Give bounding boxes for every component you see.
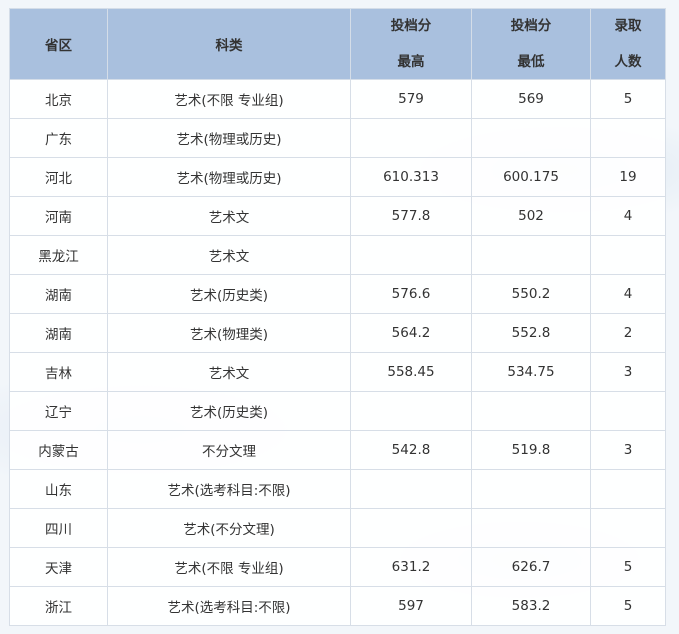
table-row: 浙江 艺术(选考科目:不限) 597 583.2 5 bbox=[9, 586, 666, 626]
cell-admit-count bbox=[590, 508, 666, 548]
cell-min-score: 626.7 bbox=[471, 547, 591, 587]
cell-category: 艺术(不限 专业组) bbox=[107, 547, 351, 587]
cell-max-score bbox=[350, 508, 472, 548]
header-max-score-line2: 最高 bbox=[397, 54, 425, 70]
cell-category: 艺术(物理或历史) bbox=[107, 118, 351, 158]
cell-province: 黑龙江 bbox=[9, 235, 108, 275]
header-min-score-line2: 最低 bbox=[517, 54, 545, 70]
cell-admit-count: 5 bbox=[590, 547, 666, 587]
table-row: 天津 艺术(不限 专业组) 631.2 626.7 5 bbox=[9, 547, 666, 587]
table-row: 四川 艺术(不分文理) bbox=[9, 508, 666, 548]
cell-max-score: 564.2 bbox=[350, 313, 472, 353]
cell-category: 艺术文 bbox=[107, 235, 351, 275]
cell-province: 天津 bbox=[9, 547, 108, 587]
cell-category: 艺术(历史类) bbox=[107, 391, 351, 431]
cell-min-score bbox=[471, 118, 591, 158]
cell-min-score: 569 bbox=[471, 79, 591, 119]
cell-category: 艺术(不分文理) bbox=[107, 508, 351, 548]
cell-category: 艺术(物理类) bbox=[107, 313, 351, 353]
table-row: 山东 艺术(选考科目:不限) bbox=[9, 469, 666, 509]
table-row: 黑龙江 艺术文 bbox=[9, 235, 666, 275]
cell-max-score bbox=[350, 118, 472, 158]
cell-max-score: 610.313 bbox=[350, 157, 472, 197]
table-row: 湖南 艺术(物理类) 564.2 552.8 2 bbox=[9, 313, 666, 353]
cell-admit-count: 4 bbox=[590, 274, 666, 314]
cell-province: 湖南 bbox=[9, 313, 108, 353]
cell-max-score bbox=[350, 391, 472, 431]
cell-category: 艺术文 bbox=[107, 196, 351, 236]
table-row: 北京 艺术(不限 专业组) 579 569 5 bbox=[9, 79, 666, 119]
cell-category: 艺术(选考科目:不限) bbox=[107, 586, 351, 626]
cell-province: 四川 bbox=[9, 508, 108, 548]
cell-admit-count: 5 bbox=[590, 79, 666, 119]
cell-max-score: 576.6 bbox=[350, 274, 472, 314]
table-row: 湖南 艺术(历史类) 576.6 550.2 4 bbox=[9, 274, 666, 314]
cell-province: 河北 bbox=[9, 157, 108, 197]
cell-admit-count bbox=[590, 391, 666, 431]
cell-category: 不分文理 bbox=[107, 430, 351, 470]
cell-max-score: 631.2 bbox=[350, 547, 472, 587]
cell-max-score bbox=[350, 469, 472, 509]
cell-category: 艺术(不限 专业组) bbox=[107, 79, 351, 119]
cell-min-score: 519.8 bbox=[471, 430, 591, 470]
cell-province: 湖南 bbox=[9, 274, 108, 314]
table-row: 河南 艺术文 577.8 502 4 bbox=[9, 196, 666, 236]
table-body: 北京 艺术(不限 专业组) 579 569 5 广东 艺术(物理或历史) 河北 艺术(物理或… bbox=[9, 79, 666, 626]
header-admit-count-line1: 录取 bbox=[614, 18, 642, 34]
cell-province: 河南 bbox=[9, 196, 108, 236]
cell-admit-count: 5 bbox=[590, 586, 666, 626]
cell-max-score: 597 bbox=[350, 586, 472, 626]
table-row: 河北 艺术(物理或历史) 610.313 600.175 19 bbox=[9, 157, 666, 197]
header-province: 省区 bbox=[9, 8, 108, 80]
cell-min-score: 552.8 bbox=[471, 313, 591, 353]
cell-min-score bbox=[471, 508, 591, 548]
admission-score-table: 省区 科类 投档分 最高 投档分 最低 录取 人数 北京 艺术(不限 专业组) 57… bbox=[9, 8, 666, 626]
cell-admit-count: 4 bbox=[590, 196, 666, 236]
cell-province: 辽宁 bbox=[9, 391, 108, 431]
cell-min-score bbox=[471, 235, 591, 275]
table-header: 省区 科类 投档分 最高 投档分 最低 录取 人数 bbox=[9, 8, 666, 80]
cell-min-score: 583.2 bbox=[471, 586, 591, 626]
cell-min-score bbox=[471, 469, 591, 509]
cell-max-score bbox=[350, 235, 472, 275]
table-row: 内蒙古 不分文理 542.8 519.8 3 bbox=[9, 430, 666, 470]
cell-province: 内蒙古 bbox=[9, 430, 108, 470]
cell-category: 艺术(物理或历史) bbox=[107, 157, 351, 197]
cell-min-score: 550.2 bbox=[471, 274, 591, 314]
cell-max-score: 579 bbox=[350, 79, 472, 119]
cell-min-score bbox=[471, 391, 591, 431]
cell-admit-count: 3 bbox=[590, 352, 666, 392]
cell-min-score: 534.75 bbox=[471, 352, 591, 392]
cell-category: 艺术(选考科目:不限) bbox=[107, 469, 351, 509]
header-row: 省区 科类 投档分 最高 投档分 最低 录取 人数 bbox=[9, 8, 666, 80]
table-row: 吉林 艺术文 558.45 534.75 3 bbox=[9, 352, 666, 392]
table-row: 广东 艺术(物理或历史) bbox=[9, 118, 666, 158]
header-max-score: 投档分 最高 bbox=[350, 8, 472, 80]
cell-province: 浙江 bbox=[9, 586, 108, 626]
cell-admit-count bbox=[590, 235, 666, 275]
cell-admit-count bbox=[590, 118, 666, 158]
header-max-score-line1: 投档分 bbox=[390, 18, 432, 34]
cell-max-score: 577.8 bbox=[350, 196, 472, 236]
cell-min-score: 600.175 bbox=[471, 157, 591, 197]
cell-admit-count bbox=[590, 469, 666, 509]
cell-category: 艺术(历史类) bbox=[107, 274, 351, 314]
cell-province: 北京 bbox=[9, 79, 108, 119]
header-admit-count-line2: 人数 bbox=[614, 54, 642, 70]
cell-province: 吉林 bbox=[9, 352, 108, 392]
cell-province: 广东 bbox=[9, 118, 108, 158]
header-min-score: 投档分 最低 bbox=[471, 8, 591, 80]
cell-admit-count: 3 bbox=[590, 430, 666, 470]
cell-max-score: 542.8 bbox=[350, 430, 472, 470]
cell-max-score: 558.45 bbox=[350, 352, 472, 392]
cell-province: 山东 bbox=[9, 469, 108, 509]
cell-category: 艺术文 bbox=[107, 352, 351, 392]
header-admit-count: 录取 人数 bbox=[590, 8, 666, 80]
header-category: 科类 bbox=[107, 8, 351, 80]
cell-admit-count: 19 bbox=[590, 157, 666, 197]
cell-admit-count: 2 bbox=[590, 313, 666, 353]
cell-min-score: 502 bbox=[471, 196, 591, 236]
table-row: 辽宁 艺术(历史类) bbox=[9, 391, 666, 431]
header-min-score-line1: 投档分 bbox=[510, 18, 552, 34]
